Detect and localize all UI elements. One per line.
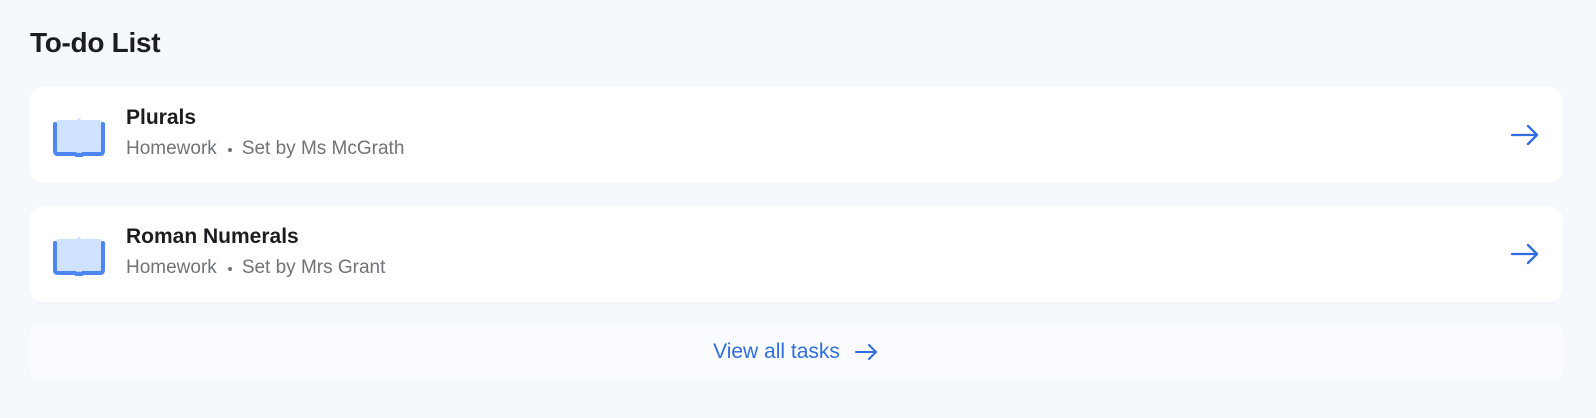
page-title: To-do List [30,27,161,58]
todo-list-panel: To-do List Plurals Homework Set by Ms Mc… [0,0,1596,418]
book-icon [53,236,105,276]
open-task-button[interactable] [1509,240,1541,268]
separator-dot [227,267,232,271]
book-icon [53,117,105,157]
task-name: Plurals [126,106,197,129]
task-set-by: Set by Ms McGrath [241,138,405,159]
task-meta: Homework Set by Mrs Grant [126,255,385,281]
todo-task-card-plurals[interactable]: Plurals Homework Set by Ms McGrath [29,87,1563,183]
open-task-button[interactable] [1509,121,1541,149]
view-all-tasks-label: View all tasks [713,340,840,363]
view-all-tasks-button[interactable]: View all tasks [29,325,1563,379]
todo-task-card-roman-numerals[interactable]: Roman Numerals Homework Set by Mrs Grant [29,206,1563,302]
arrow-right-icon [1510,124,1539,146]
view-all-arrow-wrap [854,342,879,362]
task-meta: Homework Set by Ms McGrath [126,136,404,162]
arrow-right-icon [1510,243,1539,265]
arrow-right-icon [854,343,877,361]
task-type: Homework [126,257,217,278]
task-type: Homework [126,138,217,159]
task-name: Roman Numerals [126,225,299,248]
task-set-by: Set by Mrs Grant [241,257,386,278]
separator-dot [227,148,232,152]
